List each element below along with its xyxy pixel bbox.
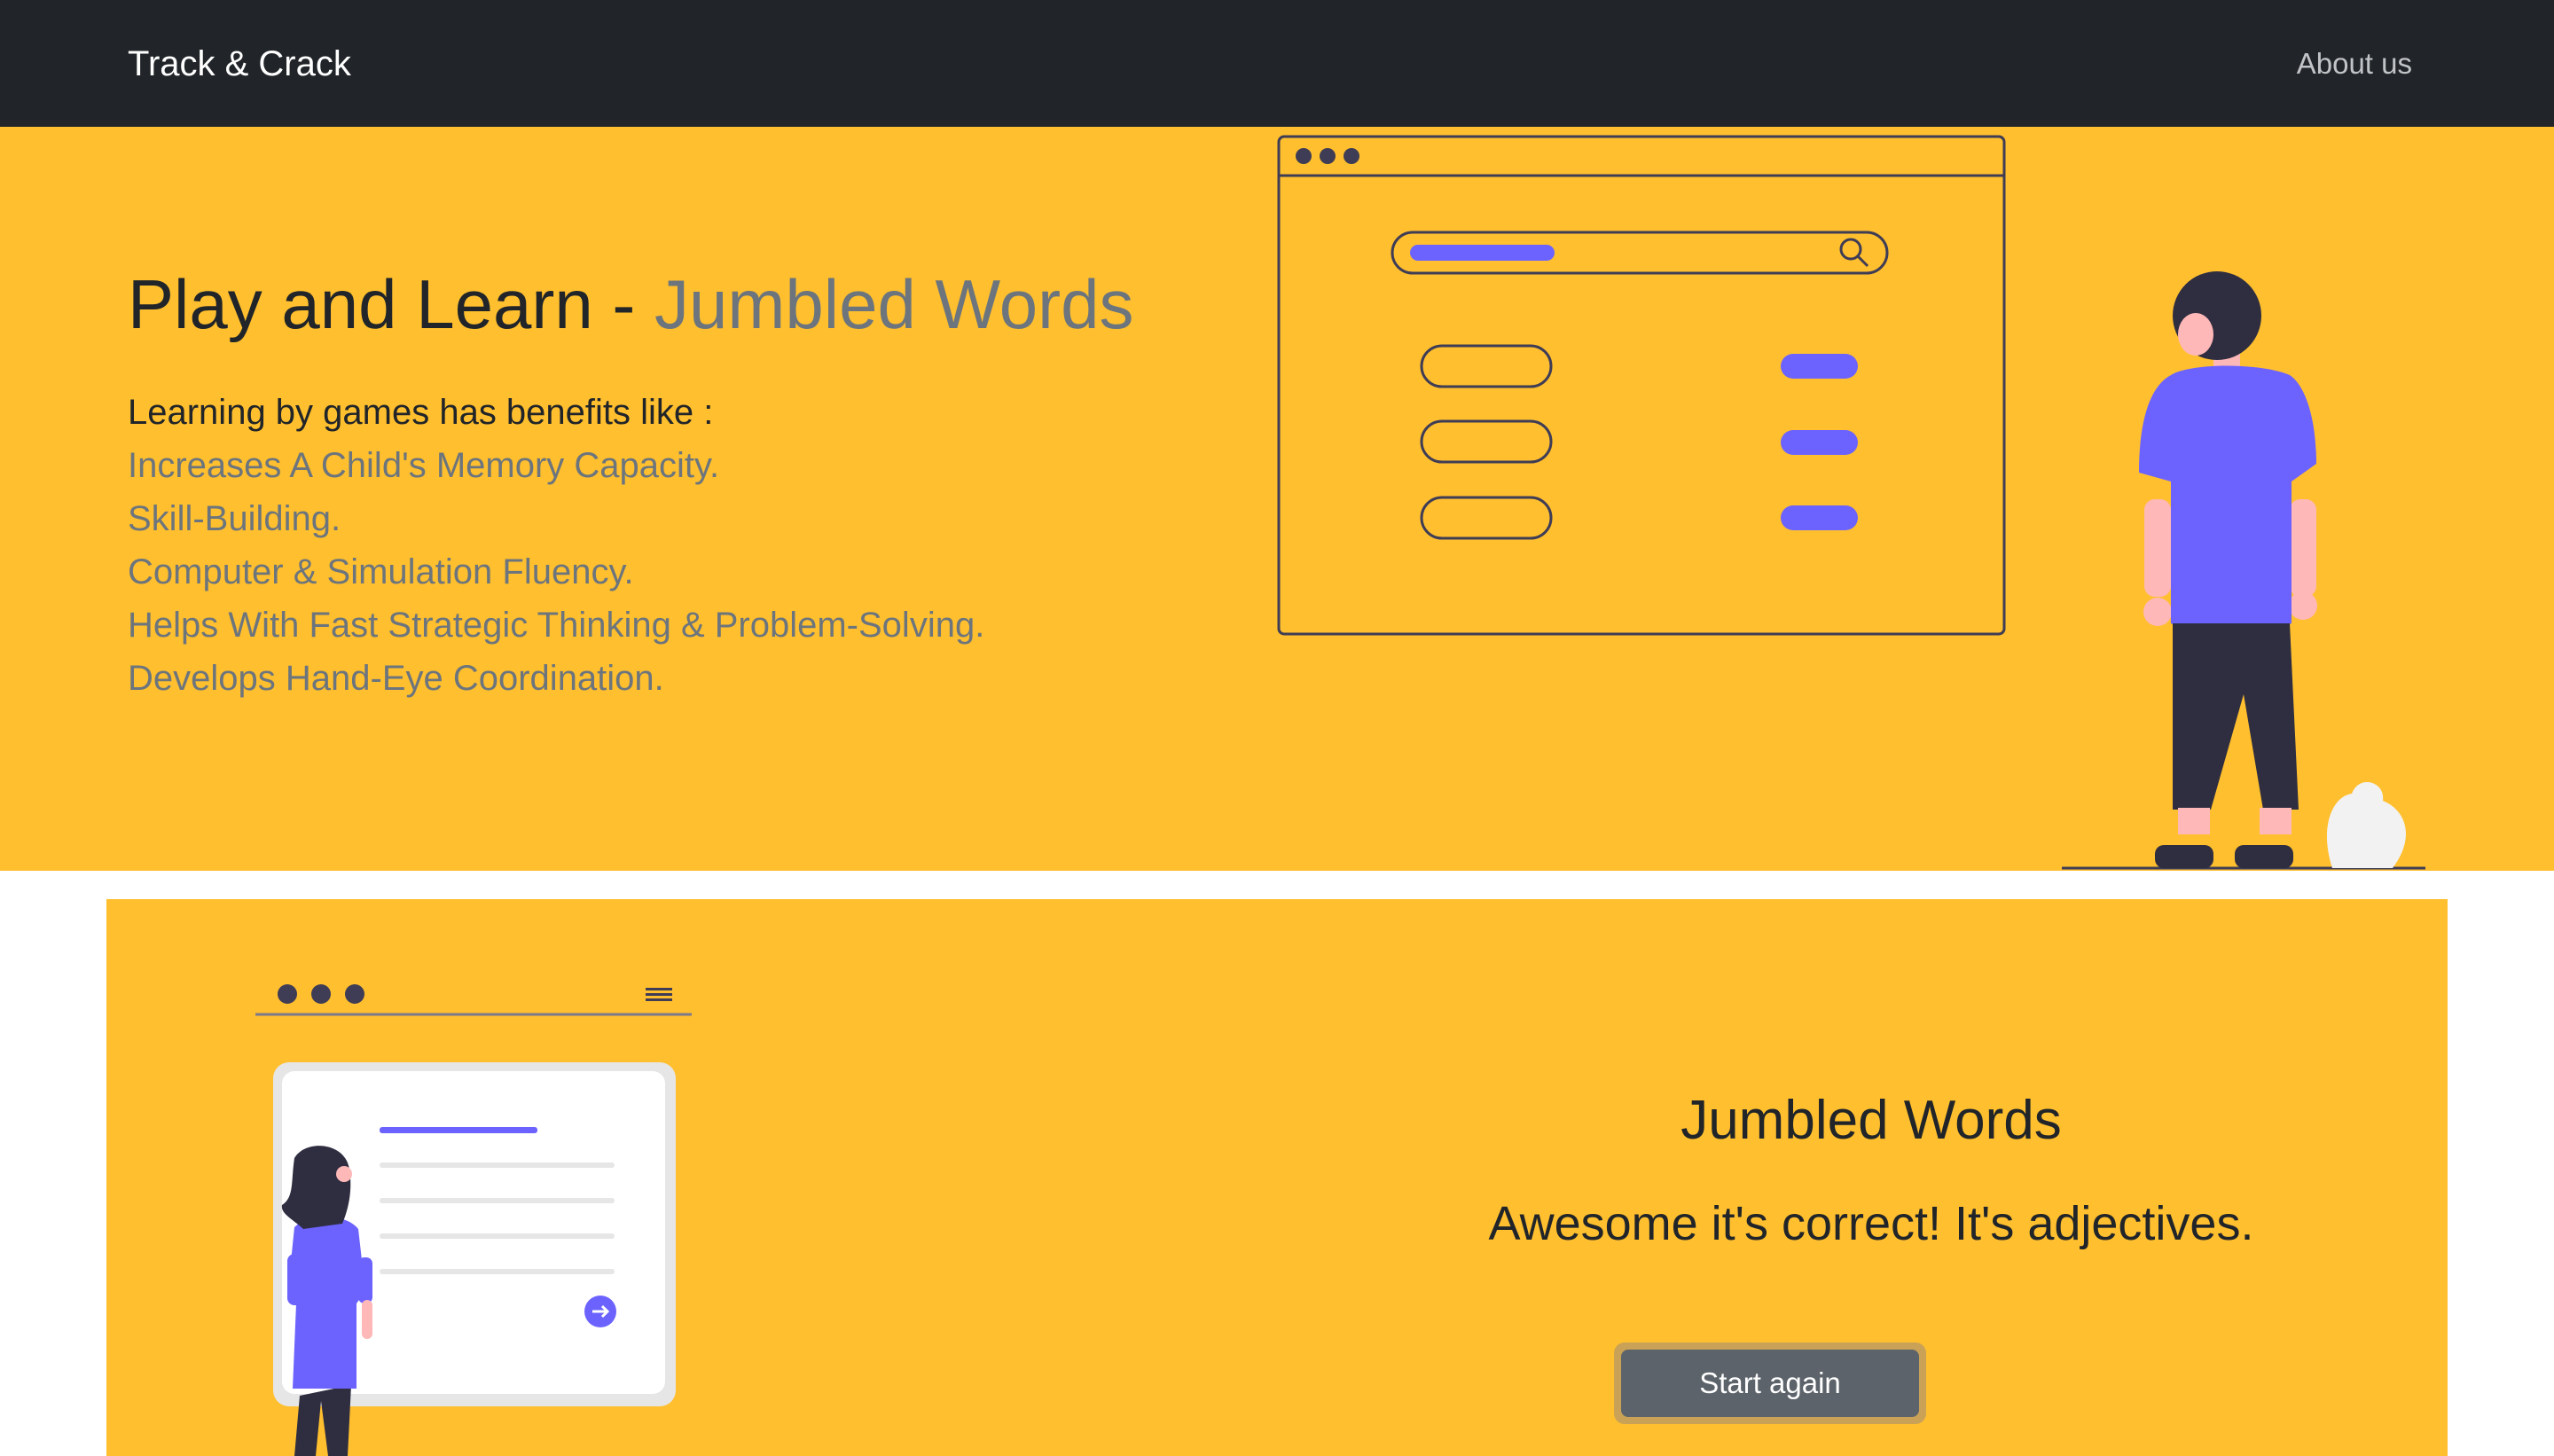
arrow-right-circle-icon bbox=[584, 1296, 616, 1327]
browser-window-illustration bbox=[1277, 135, 2006, 636]
menu-icon bbox=[646, 988, 672, 1001]
reading-woman-illustration bbox=[255, 984, 692, 1456]
start-again-button[interactable]: Start again bbox=[1621, 1350, 1919, 1417]
hero-illustration bbox=[1277, 135, 2425, 870]
man-illustration bbox=[2062, 271, 2425, 870]
brand-link[interactable]: Track & Crack bbox=[128, 39, 351, 89]
game-card: Jumbled Words Awesome it's correct! It's… bbox=[106, 899, 2448, 1456]
window-dots-icon bbox=[1296, 148, 1359, 164]
navbar: Track & Crack About us bbox=[0, 0, 2554, 127]
search-icon bbox=[1839, 238, 1869, 268]
result-message: Awesome it's correct! It's adjectives. bbox=[1488, 1197, 2254, 1250]
hero-section: Play and Learn - Jumbled Words Learning … bbox=[0, 127, 2554, 871]
nav-link-about-us[interactable]: About us bbox=[2297, 43, 2412, 85]
window-dots-icon bbox=[278, 984, 364, 1004]
game-title: Jumbled Words bbox=[1680, 1090, 2062, 1151]
